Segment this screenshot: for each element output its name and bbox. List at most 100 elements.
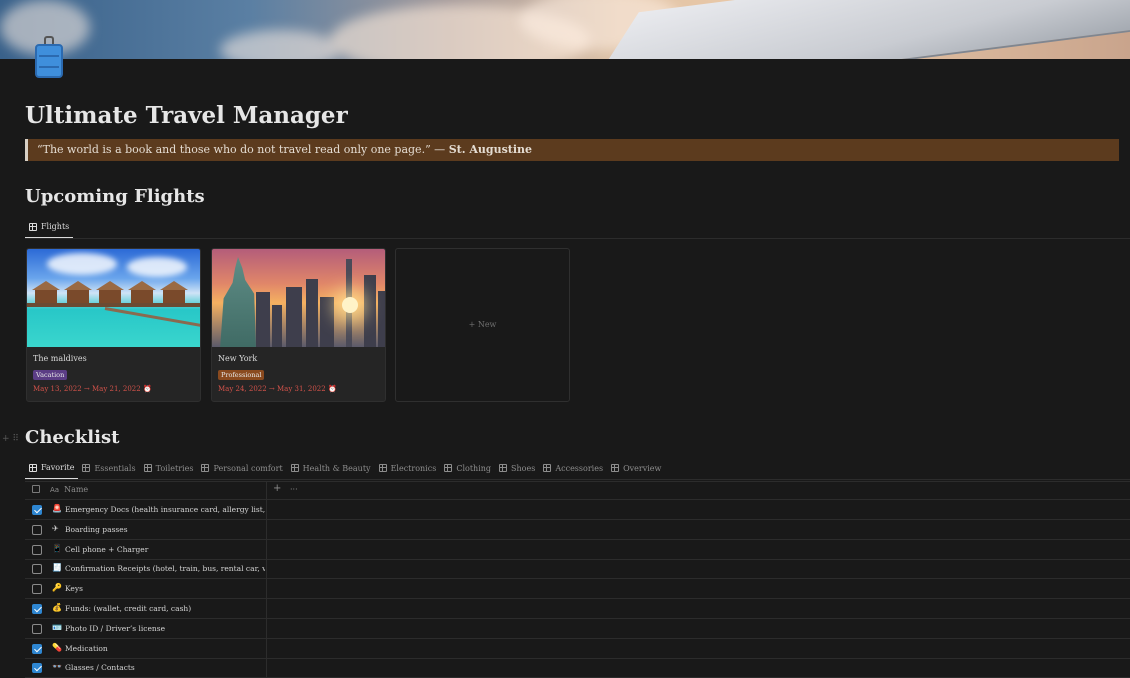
- table-header: Aa Name + ···: [25, 481, 1130, 500]
- quote-author: St. Augustine: [448, 143, 533, 156]
- tab-electronics[interactable]: Electronics: [375, 457, 441, 479]
- row-checkbox[interactable]: [32, 604, 42, 614]
- table-row[interactable]: 🧾 Confirmation Receipts (hotel, train, bu…: [25, 559, 1130, 580]
- table-icon: [201, 464, 210, 472]
- tab-clothing[interactable]: Clothing: [440, 457, 495, 479]
- tab-label: Shoes: [511, 463, 536, 473]
- table-row[interactable]: 💰 Funds: (wallet, credit card, cash): [25, 599, 1130, 619]
- row-name[interactable]: Photo ID / Driver’s license: [65, 624, 265, 633]
- flights-view-tabs: Flights: [25, 216, 74, 238]
- card-dates: May 24, 2022 → May 31, 2022 ⏰: [218, 385, 337, 393]
- row-name[interactable]: Medication: [65, 644, 265, 653]
- card-cover-image: [212, 249, 385, 347]
- checklist-heading: Checklist: [25, 427, 120, 448]
- row-emoji-icon: 💰: [52, 603, 62, 612]
- quote-callout: “The world is a book and those who do no…: [25, 139, 1119, 161]
- row-name[interactable]: Boarding passes: [65, 525, 265, 534]
- row-checkbox[interactable]: [32, 663, 42, 674]
- name-column-header[interactable]: Aa Name: [50, 485, 88, 494]
- card-dates: May 13, 2022 → May 21, 2022 ⏰: [33, 385, 152, 393]
- row-name[interactable]: Keys: [65, 584, 265, 593]
- row-emoji-icon: 💊: [52, 642, 62, 652]
- table-icon: [82, 464, 91, 472]
- new-label: + New: [468, 320, 497, 329]
- row-checkbox[interactable]: [32, 623, 42, 634]
- row-emoji-icon: 🧾: [52, 563, 62, 573]
- table-icon: [290, 464, 299, 472]
- table-row[interactable]: ✈ Boarding passes: [25, 520, 1130, 540]
- row-name[interactable]: Cell phone + Charger: [65, 545, 265, 554]
- row-emoji-icon: 🔑: [52, 583, 62, 593]
- row-name[interactable]: Emergency Docs (health insurance card, a…: [65, 505, 265, 514]
- tab-essentials[interactable]: Essentials: [78, 457, 139, 479]
- tab-label: Health & Beauty: [302, 463, 371, 473]
- tab-health-beauty[interactable]: Health & Beauty: [287, 457, 375, 479]
- row-checkbox[interactable]: [32, 564, 42, 575]
- tab-label: Overview: [623, 463, 662, 473]
- alarm-icon: ⏰: [142, 385, 152, 393]
- row-emoji-icon: 📱: [52, 543, 62, 553]
- table-icon: [29, 463, 37, 472]
- row-emoji-icon: 🪪: [52, 622, 62, 632]
- tab-overview[interactable]: Overview: [607, 457, 665, 479]
- row-checkbox[interactable]: [32, 505, 42, 515]
- column-label: Name: [64, 485, 89, 494]
- table-row[interactable]: 🚨 Emergency Docs (health insurance card, …: [25, 500, 1130, 520]
- row-emoji-icon: ✈: [52, 523, 59, 533]
- checklist-view-tabs: Favorite Essentials Toiletries Personal com…: [25, 457, 665, 479]
- tab-personal-comfort[interactable]: Personal comfort: [197, 457, 286, 479]
- divider: [25, 479, 1130, 480]
- row-emoji-icon: 🚨: [52, 504, 62, 513]
- row-name[interactable]: Funds: (wallet, credit card, cash): [65, 604, 265, 613]
- row-checkbox[interactable]: [32, 524, 42, 535]
- table-row[interactable]: 👓 Glasses / Contacts: [25, 658, 1130, 678]
- divider: [25, 238, 1130, 239]
- table-row[interactable]: 📱 Cell phone + Charger: [25, 540, 1130, 560]
- flight-card[interactable]: The maldives Vacation May 13, 2022 → May…: [26, 248, 201, 402]
- row-checkbox[interactable]: [32, 544, 42, 555]
- row-emoji-icon: 👓: [52, 662, 62, 672]
- table-icon: [499, 464, 508, 472]
- tab-label: Flights: [41, 222, 70, 231]
- card-tag: Vacation: [33, 370, 68, 380]
- tab-accessories[interactable]: Accessories: [539, 457, 607, 479]
- row-checkbox[interactable]: [32, 584, 42, 595]
- row-name[interactable]: Glasses / Contacts: [65, 663, 265, 672]
- page-title[interactable]: Ultimate Travel Manager: [25, 102, 348, 129]
- table-row[interactable]: 💊 Medication: [25, 639, 1130, 659]
- table-icon: [378, 464, 387, 472]
- tab-label: Favorite: [41, 463, 75, 472]
- row-name[interactable]: Confirmation Receipts (hotel, train, bus…: [65, 564, 265, 573]
- tab-toiletries[interactable]: Toiletries: [140, 457, 198, 479]
- table-icon: [444, 464, 453, 472]
- text-property-icon: Aa: [50, 485, 60, 494]
- tab-shoes[interactable]: Shoes: [495, 457, 539, 479]
- card-tag: Professional: [218, 370, 265, 380]
- block-handle[interactable]: + ⠿: [2, 434, 19, 444]
- row-checkbox[interactable]: [32, 643, 42, 654]
- card-title: New York: [218, 354, 258, 363]
- table-icon: [143, 464, 152, 472]
- more-options-button[interactable]: ···: [290, 485, 298, 494]
- tab-favorite[interactable]: Favorite: [25, 457, 79, 479]
- flights-heading: Upcoming Flights: [25, 186, 205, 207]
- table-icon: [611, 464, 620, 472]
- add-property-button[interactable]: +: [273, 483, 281, 494]
- table-row[interactable]: 🔑 Keys: [25, 579, 1130, 600]
- tab-label: Clothing: [456, 463, 492, 473]
- table-icon: [543, 464, 552, 472]
- select-all-checkbox[interactable]: [32, 485, 40, 493]
- new-card-button[interactable]: + New: [395, 248, 570, 402]
- tab-label: Essentials: [94, 463, 136, 473]
- flight-card[interactable]: New York Professional May 24, 2022 → May…: [211, 248, 386, 402]
- tab-label: Electronics: [390, 463, 437, 473]
- suitcase-icon[interactable]: [35, 36, 63, 78]
- cover-image: [0, 0, 1130, 59]
- tab-flights[interactable]: Flights: [25, 216, 74, 238]
- alarm-icon: ⏰: [327, 385, 337, 393]
- airplane-wing: [581, 0, 1130, 59]
- tab-label: Toiletries: [155, 463, 194, 473]
- tab-label: Accessories: [555, 463, 604, 473]
- card-title: The maldives: [33, 354, 87, 363]
- table-row[interactable]: 🪪 Photo ID / Driver’s license: [25, 619, 1130, 639]
